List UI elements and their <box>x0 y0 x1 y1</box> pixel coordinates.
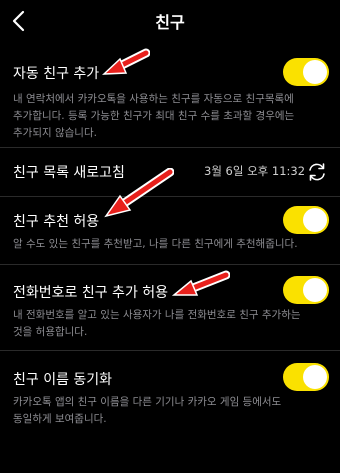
page-title: 친구 <box>155 13 185 32</box>
auto-add-desc-line: 추가되지 않습니다. <box>13 127 97 139</box>
header: 친구 <box>0 0 340 42</box>
divider <box>0 147 340 148</box>
toggle-knob <box>303 365 327 389</box>
divider <box>0 350 340 351</box>
toggle-knob <box>303 278 327 302</box>
recommend-toggle[interactable] <box>283 206 329 234</box>
name-sync-toggle[interactable] <box>283 363 329 391</box>
phone-add-toggle[interactable] <box>283 276 329 304</box>
recommend-title: 친구 추천 허용 <box>13 214 100 230</box>
annotation-arrow-icon <box>102 48 150 75</box>
auto-add-desc-line: 내 연락처에서 카카오톡을 사용하는 친구를 자동으로 친구목록에 <box>13 93 294 105</box>
phone-add-description: 내 전화번호를 알고 있는 사용자가 나를 전화번호로 친구 추가하는 것을 허… <box>13 307 331 341</box>
toggle-knob <box>303 208 327 232</box>
name-sync-description: 카카오톡 앱의 친구 이름을 다른 기기나 카카오 게임 등에서도 동일하게 보… <box>13 394 331 428</box>
recommend-description: 알 수도 있는 친구를 추천받고, 나를 다른 친구에게 추천해줍니다. <box>13 236 331 253</box>
toggle-knob <box>303 60 327 84</box>
refresh-icon <box>309 163 325 181</box>
phone-add-desc-line: 내 전화번호를 알고 있는 사용자가 나를 전화번호로 친구 추가하는 <box>13 309 301 321</box>
refresh-button[interactable] <box>306 161 328 183</box>
name-sync-desc-line: 카카오톡 앱의 친구 이름을 다른 기기나 카카오 게임 등에서도 <box>13 396 282 408</box>
friends-settings-screen: 친구 자동 친구 추가 내 연락처에서 카카오톡을 사용하는 친구를 자동으로 … <box>0 0 340 473</box>
chevron-left-icon <box>12 10 25 32</box>
refresh-list-title: 친구 목록 새로고침 <box>13 165 125 181</box>
recommend-desc-line: 알 수도 있는 친구를 추천받고, 나를 다른 친구에게 추천해줍니다. <box>13 238 298 250</box>
auto-add-desc-line: 추가합니다. 등록 가능한 친구가 최대 친구 수를 초과할 경우에는 <box>13 110 295 122</box>
back-button[interactable] <box>8 8 32 34</box>
annotation-arrow-icon <box>171 270 230 296</box>
divider <box>0 196 340 197</box>
name-sync-title: 친구 이름 동기화 <box>13 372 113 388</box>
auto-add-title: 자동 친구 추가 <box>13 66 100 82</box>
phone-add-desc-line: 것을 허용합니다. <box>13 326 88 338</box>
auto-add-description: 내 연락처에서 카카오톡을 사용하는 친구를 자동으로 친구목록에 추가합니다.… <box>13 91 331 142</box>
divider <box>0 264 340 265</box>
phone-add-title: 전화번호로 친구 추가 허용 <box>13 285 169 301</box>
auto-add-toggle[interactable] <box>283 58 329 86</box>
last-refresh-time: 3월 6일 오후 11:32 <box>204 164 306 178</box>
name-sync-desc-line: 동일하게 보여줍니다. <box>13 413 107 425</box>
